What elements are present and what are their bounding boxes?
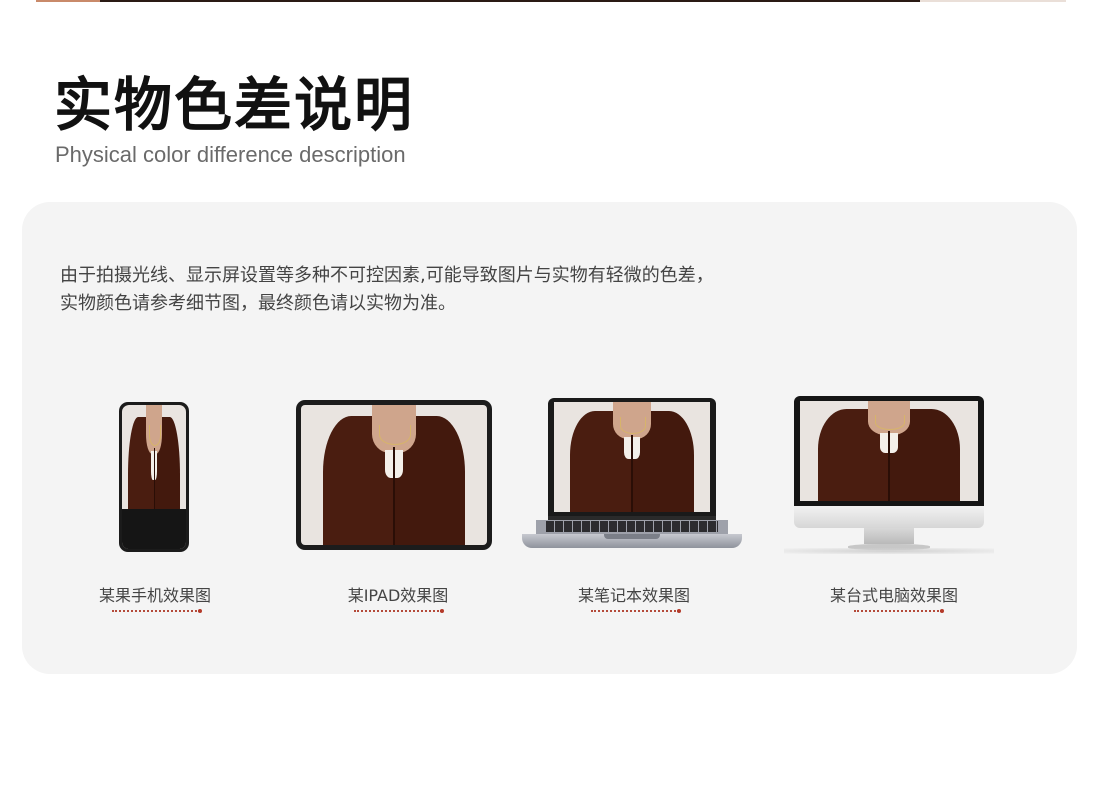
device-label-laptop: 某笔记本效果图 — [577, 586, 690, 605]
tablet-mockup — [296, 400, 492, 550]
laptop-mockup — [522, 398, 742, 554]
desktop-screen-image — [800, 401, 978, 501]
phone-mockup — [119, 402, 189, 552]
device-label-desktop: 某台式电脑效果图 — [829, 586, 958, 605]
label-underline-dots — [854, 606, 944, 613]
label-underline-dots — [591, 606, 681, 613]
desktop-mockup — [784, 394, 994, 558]
laptop-screen-image — [554, 402, 710, 512]
page-title: 实物色差说明 — [54, 71, 415, 139]
description-line-2: 实物颜色请参考细节图，最终颜色请以实物为准。 — [60, 293, 456, 314]
tablet-screen-image — [301, 405, 487, 545]
device-label-phone: 某果手机效果图 — [98, 586, 211, 605]
description-line-1: 由于拍摄光线、显示屏设置等多种不可控因素,可能导致图片与实物有轻微的色差， — [60, 265, 714, 286]
description: 由于拍摄光线、显示屏设置等多种不可控因素,可能导致图片与实物有轻微的色差， 实物… — [60, 262, 714, 318]
top-divider — [36, 0, 1066, 2]
label-underline-dots — [112, 606, 202, 613]
phone-screen-image — [122, 405, 186, 549]
label-underline-dots — [354, 606, 444, 613]
page-subtitle: Physical color difference description — [55, 142, 406, 167]
device-label-tablet: 某IPAD效果图 — [347, 586, 449, 605]
